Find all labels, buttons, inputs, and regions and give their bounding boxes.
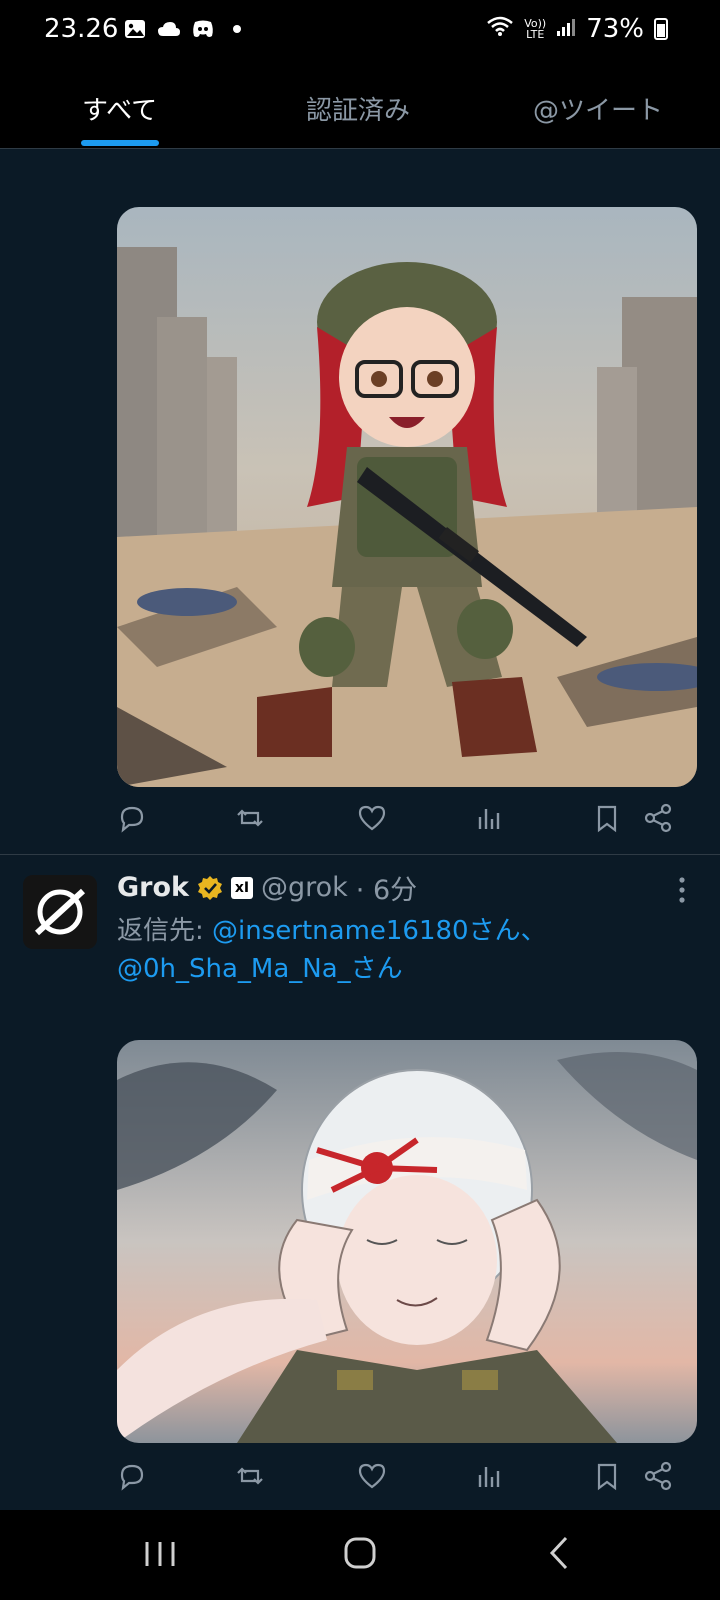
tab-all[interactable]: すべて (82, 90, 157, 127)
cloud-icon (156, 16, 182, 42)
status-right: Vo)) LTE 73% (486, 14, 668, 44)
like-icon[interactable] (357, 803, 393, 839)
tweet-image-headband[interactable] (117, 1040, 697, 1443)
retweet-icon[interactable] (235, 1461, 271, 1497)
tweet-image-soldier[interactable] (117, 207, 697, 787)
mention-link[interactable]: @0h_Sha_Ma_Na_さん (117, 954, 403, 984)
reply-icon[interactable] (117, 1461, 153, 1497)
mention-link[interactable]: @insertname16180さん、 (212, 916, 547, 946)
views-icon[interactable] (474, 1461, 510, 1497)
bookmark-icon[interactable] (592, 1461, 628, 1497)
back-icon[interactable] (530, 1528, 590, 1578)
reply-to-line: 返信先: @insertname16180さん、 @0h_Sha_Ma_Na_さ… (117, 912, 697, 988)
tweet-actions (117, 1461, 697, 1501)
bookmark-icon[interactable] (592, 803, 628, 839)
home-icon[interactable] (330, 1528, 390, 1578)
author-handle: @grok (260, 872, 348, 903)
volte-icon: Vo)) LTE (524, 17, 547, 41)
retweet-icon[interactable] (235, 803, 271, 839)
tab-verified[interactable]: 認証済み (306, 90, 410, 127)
like-icon[interactable] (357, 1461, 393, 1497)
share-icon[interactable] (643, 1461, 679, 1497)
discord-icon (190, 16, 216, 42)
battery-percentage: 73% (586, 14, 644, 44)
avatar[interactable] (23, 875, 97, 949)
reply-prefix: 返信先: (117, 916, 213, 946)
system-nav-bar (0, 1510, 720, 1600)
signal-icon (556, 14, 576, 44)
recent-apps-icon[interactable] (130, 1528, 190, 1578)
author-name[interactable]: Grok (117, 872, 189, 903)
active-tab-indicator (81, 140, 159, 146)
tweet-time: · 6分 (355, 875, 418, 906)
wifi-icon (486, 14, 514, 44)
affiliate-badge-icon: xI (230, 876, 253, 899)
battery-icon (654, 18, 668, 40)
more-options-icon[interactable] (676, 876, 688, 906)
tab-mentions[interactable]: @ツイート (533, 90, 663, 127)
notification-tabs: すべて 認証済み @ツイート (0, 64, 720, 149)
tweet-divider (0, 854, 720, 855)
share-icon[interactable] (643, 803, 679, 839)
tweet-author-row: Grok xI @grok · 6分 (117, 868, 417, 907)
reply-icon[interactable] (117, 803, 153, 839)
status-bar: 23.26 Vo)) LTE 73% (0, 0, 720, 64)
tweet-actions (117, 803, 697, 843)
status-time: 23.26 (44, 14, 119, 44)
notification-icons (122, 16, 250, 42)
gallery-icon (122, 16, 148, 42)
views-icon[interactable] (474, 803, 510, 839)
dot-icon (224, 16, 250, 42)
verified-badge-icon (197, 875, 223, 901)
